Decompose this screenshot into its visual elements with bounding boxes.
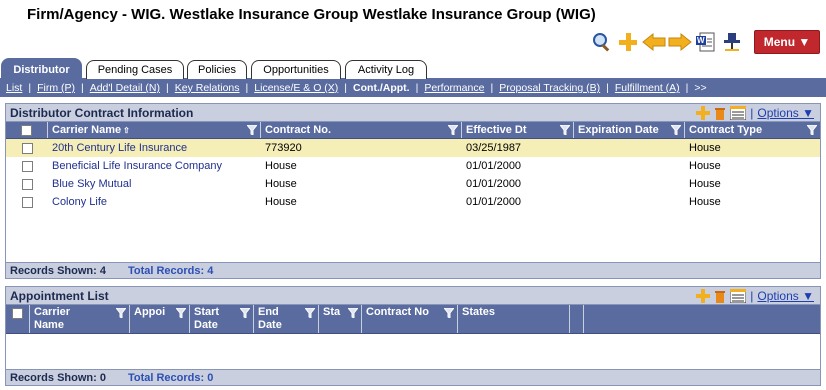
appointment-panel-footer: Records Shown: 0 Total Records: 0: [6, 369, 820, 385]
subnav-proposal-tracking[interactable]: Proposal Tracking (B): [499, 82, 600, 94]
col-status[interactable]: Sta: [319, 305, 362, 333]
carrier-name-link[interactable]: Beneficial Life Insurance Company: [48, 160, 261, 172]
appointment-grid-header: Carrier Name Appoi Start Date End Date S…: [6, 305, 820, 334]
carrier-name-link[interactable]: 20th Century Life Insurance: [48, 142, 261, 154]
appointment-panel: Appointment List | Options ▼ Carrier Nam…: [5, 286, 821, 386]
subnav-license-eo[interactable]: License/E & O (X): [254, 82, 338, 94]
table-row[interactable]: Beneficial Life Insurance Company House …: [6, 157, 820, 175]
delete-icon[interactable]: [714, 106, 726, 120]
subnav-cont-appt[interactable]: Cont./Appt.: [353, 82, 410, 94]
appointment-panel-title: Appointment List: [10, 288, 109, 303]
columns-icon[interactable]: [730, 289, 747, 303]
total-records: Total Records: 0: [127, 371, 214, 384]
filter-icon[interactable]: [348, 308, 358, 318]
row-checkbox[interactable]: [21, 196, 33, 208]
effective-dt: 01/01/2000: [466, 178, 522, 190]
effective-dt: 01/01/2000: [466, 160, 522, 172]
columns-icon[interactable]: [730, 106, 747, 120]
col-carrier-name[interactable]: Carrier Name: [30, 305, 130, 333]
tab-bar: Distributor Pending Cases Policies Oppor…: [0, 58, 826, 80]
options-link[interactable]: Options ▼: [757, 289, 814, 303]
filter-icon[interactable]: [671, 125, 681, 135]
select-all-checkbox[interactable]: [12, 308, 23, 319]
add-contract-icon[interactable]: [696, 106, 711, 120]
col-effective-dt[interactable]: Effective Dt: [462, 122, 574, 138]
contract-panel-footer: Records Shown: 4 Total Records: 4: [6, 262, 820, 278]
sort-asc-icon: ⇧: [123, 125, 130, 135]
word-document-icon[interactable]: W: [694, 30, 718, 54]
appointment-panel-header: Appointment List | Options ▼: [6, 287, 820, 305]
table-row[interactable]: Blue Sky Mutual House 01/01/2000 House: [6, 175, 820, 193]
contract-type: House: [689, 142, 721, 154]
filter-icon[interactable]: [305, 308, 315, 318]
contract-no: House: [265, 178, 297, 190]
contract-grid-header: Carrier Name ⇧ Contract No. Effective Dt …: [6, 122, 820, 139]
row-checkbox[interactable]: [21, 160, 33, 172]
effective-dt: 01/01/2000: [466, 196, 522, 208]
filter-icon[interactable]: [116, 308, 126, 318]
table-row[interactable]: 20th Century Life Insurance 773920 03/25…: [6, 139, 820, 157]
tab-activity-log[interactable]: Activity Log: [345, 60, 427, 79]
delete-icon[interactable]: [714, 289, 726, 303]
select-all-checkbox[interactable]: [21, 124, 32, 136]
filter-icon[interactable]: [448, 125, 458, 135]
tab-distributor[interactable]: Distributor: [1, 58, 82, 80]
toolbar: W Menu ▼: [590, 30, 820, 54]
table-row[interactable]: Colony Life House 01/01/2000 House: [6, 193, 820, 211]
records-shown: Records Shown: 0: [10, 371, 106, 384]
filter-icon[interactable]: [240, 308, 250, 318]
col-end-date[interactable]: End Date: [254, 305, 319, 333]
filter-icon[interactable]: [560, 125, 570, 135]
add-appointment-icon[interactable]: [696, 289, 711, 303]
pin-icon[interactable]: [720, 30, 744, 54]
col-carrier-name[interactable]: Carrier Name ⇧: [48, 122, 261, 138]
filter-icon[interactable]: [176, 308, 186, 318]
contract-type: House: [689, 178, 721, 190]
menu-button[interactable]: Menu ▼: [754, 30, 820, 54]
records-shown: Records Shown: 4: [10, 264, 106, 277]
contract-panel: Distributor Contract Information | Optio…: [5, 103, 821, 279]
col-contract-no[interactable]: Contract No: [362, 305, 458, 333]
svg-text:W: W: [697, 36, 705, 45]
filter-icon[interactable]: [247, 125, 257, 135]
col-states[interactable]: States: [458, 305, 570, 333]
contract-type: House: [689, 196, 721, 208]
options-link[interactable]: Options ▼: [757, 106, 814, 120]
subnav-more[interactable]: >>: [694, 82, 706, 94]
carrier-name-link[interactable]: Colony Life: [48, 196, 261, 208]
total-records: Total Records: 4: [127, 264, 214, 277]
col-contract-no[interactable]: Contract No.: [261, 122, 462, 138]
row-checkbox[interactable]: [21, 142, 33, 154]
forward-arrow-icon[interactable]: [668, 30, 692, 54]
carrier-name-link[interactable]: Blue Sky Mutual: [48, 178, 261, 190]
sub-navigation: List | Firm (P) | Add'l Detail (N) | Key Re…: [0, 79, 826, 97]
subnav-firm[interactable]: Firm (P): [37, 82, 75, 94]
back-arrow-icon[interactable]: [642, 30, 666, 54]
col-expiration-date[interactable]: Expiration Date: [574, 122, 685, 138]
subnav-performance[interactable]: Performance: [424, 82, 484, 94]
tab-policies[interactable]: Policies: [187, 60, 247, 79]
page-title: Firm/Agency - WIG. Westlake Insurance Gr…: [27, 6, 596, 23]
contract-no: House: [265, 196, 297, 208]
add-icon[interactable]: [616, 30, 640, 54]
tab-pending-cases[interactable]: Pending Cases: [86, 60, 184, 79]
subnav-fulfillment[interactable]: Fulfillment (A): [615, 82, 680, 94]
subnav-list[interactable]: List: [6, 82, 22, 94]
contract-no: House: [265, 160, 297, 172]
contract-panel-header: Distributor Contract Information | Optio…: [6, 104, 820, 122]
contract-type: House: [689, 160, 721, 172]
effective-dt: 03/25/1987: [466, 142, 522, 154]
col-contract-type[interactable]: Contract Type: [685, 122, 820, 138]
tab-opportunities[interactable]: Opportunities: [251, 60, 341, 79]
contract-panel-title: Distributor Contract Information: [10, 105, 194, 120]
subnav-addl-detail[interactable]: Add'l Detail (N): [90, 82, 160, 94]
filter-icon[interactable]: [444, 308, 454, 318]
row-checkbox[interactable]: [21, 178, 33, 190]
contract-no: 773920: [265, 142, 302, 154]
col-start-date[interactable]: Start Date: [190, 305, 254, 333]
subnav-key-relations[interactable]: Key Relations: [175, 82, 240, 94]
search-icon[interactable]: [590, 30, 614, 54]
filter-icon[interactable]: [807, 125, 817, 135]
col-appointment[interactable]: Appoi: [130, 305, 190, 333]
